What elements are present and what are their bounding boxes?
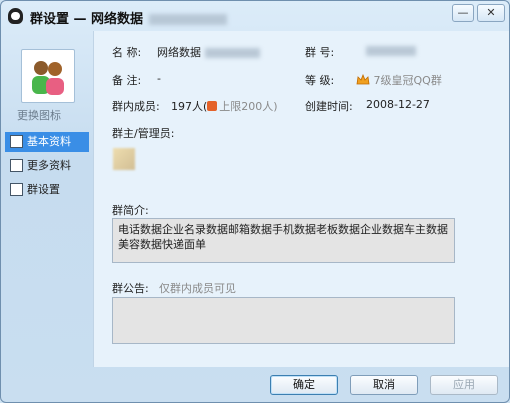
admins-label: 群主/管理员: <box>112 127 175 140</box>
intro-textarea[interactable]: 电话数据企业名录数据邮箱数据手机数据老板数据企业数据车主数据美容数据快递面单 <box>112 218 455 263</box>
created-label: 创建时间: <box>305 100 353 113</box>
sidebar-item-basic-info[interactable]: 基本资料 <box>5 132 89 152</box>
members-value: 197人(上限200人) <box>171 100 278 113</box>
qq-icon <box>8 8 23 24</box>
sidebar-item-label: 更多资料 <box>27 159 71 172</box>
note-value: - <box>157 72 161 85</box>
people-icon <box>32 61 64 95</box>
more-info-icon <box>10 159 23 172</box>
sidebar-item-label: 群设置 <box>27 183 60 196</box>
apply-button[interactable]: 应用 <box>430 375 498 395</box>
name-blur <box>205 48 260 58</box>
basic-info-panel: 名 称: 网络数据 群 号: 备 注: - 等 级: 7级皇冠QQ群 群内成员:… <box>93 31 509 367</box>
group-number-label: 群 号: <box>305 46 335 59</box>
group-settings-icon <box>10 183 23 196</box>
admin-avatar[interactable] <box>113 148 135 170</box>
group-settings-window: 群设置 — 网络数据 — ✕ 更换图标 基本资料 更多资料 群设置 名 称: 网… <box>0 0 510 403</box>
name-label: 名 称: <box>112 46 142 59</box>
number-blur <box>366 46 416 56</box>
intro-label: 群简介: <box>112 204 149 217</box>
title-blur <box>149 14 228 25</box>
close-button[interactable]: ✕ <box>477 4 505 22</box>
notice-hint: 仅群内成员可见 <box>159 282 236 295</box>
crown-icon <box>356 74 370 85</box>
created-value: 2008-12-27 <box>366 98 430 111</box>
notice-textarea[interactable] <box>112 297 455 344</box>
name-value: 网络数据 <box>157 44 260 60</box>
group-number-value <box>366 44 416 57</box>
members-label: 群内成员: <box>112 100 160 113</box>
limit-icon <box>207 101 218 111</box>
ok-button[interactable]: 确定 <box>270 375 338 395</box>
sidebar-item-label: 基本资料 <box>27 135 71 148</box>
group-avatar[interactable] <box>21 49 75 103</box>
change-icon-link[interactable]: 更换图标 <box>17 107 61 123</box>
sidebar-item-more-info[interactable]: 更多资料 <box>5 156 89 176</box>
button-bar: 确定 取消 应用 <box>1 367 509 402</box>
title-bar[interactable]: 群设置 — 网络数据 — ✕ <box>1 1 509 31</box>
level-value: 7级皇冠QQ群 <box>356 72 442 88</box>
cancel-button[interactable]: 取消 <box>350 375 418 395</box>
sidebar-item-group-settings[interactable]: 群设置 <box>5 180 89 200</box>
basic-info-icon <box>10 135 23 148</box>
window-title: 群设置 — 网络数据 <box>30 8 228 27</box>
notice-label: 群公告: <box>112 282 149 295</box>
level-label: 等 级: <box>305 74 335 87</box>
note-label: 备 注: <box>112 74 142 87</box>
sidebar: 更换图标 基本资料 更多资料 群设置 <box>1 31 93 367</box>
minimize-button[interactable]: — <box>452 4 474 22</box>
